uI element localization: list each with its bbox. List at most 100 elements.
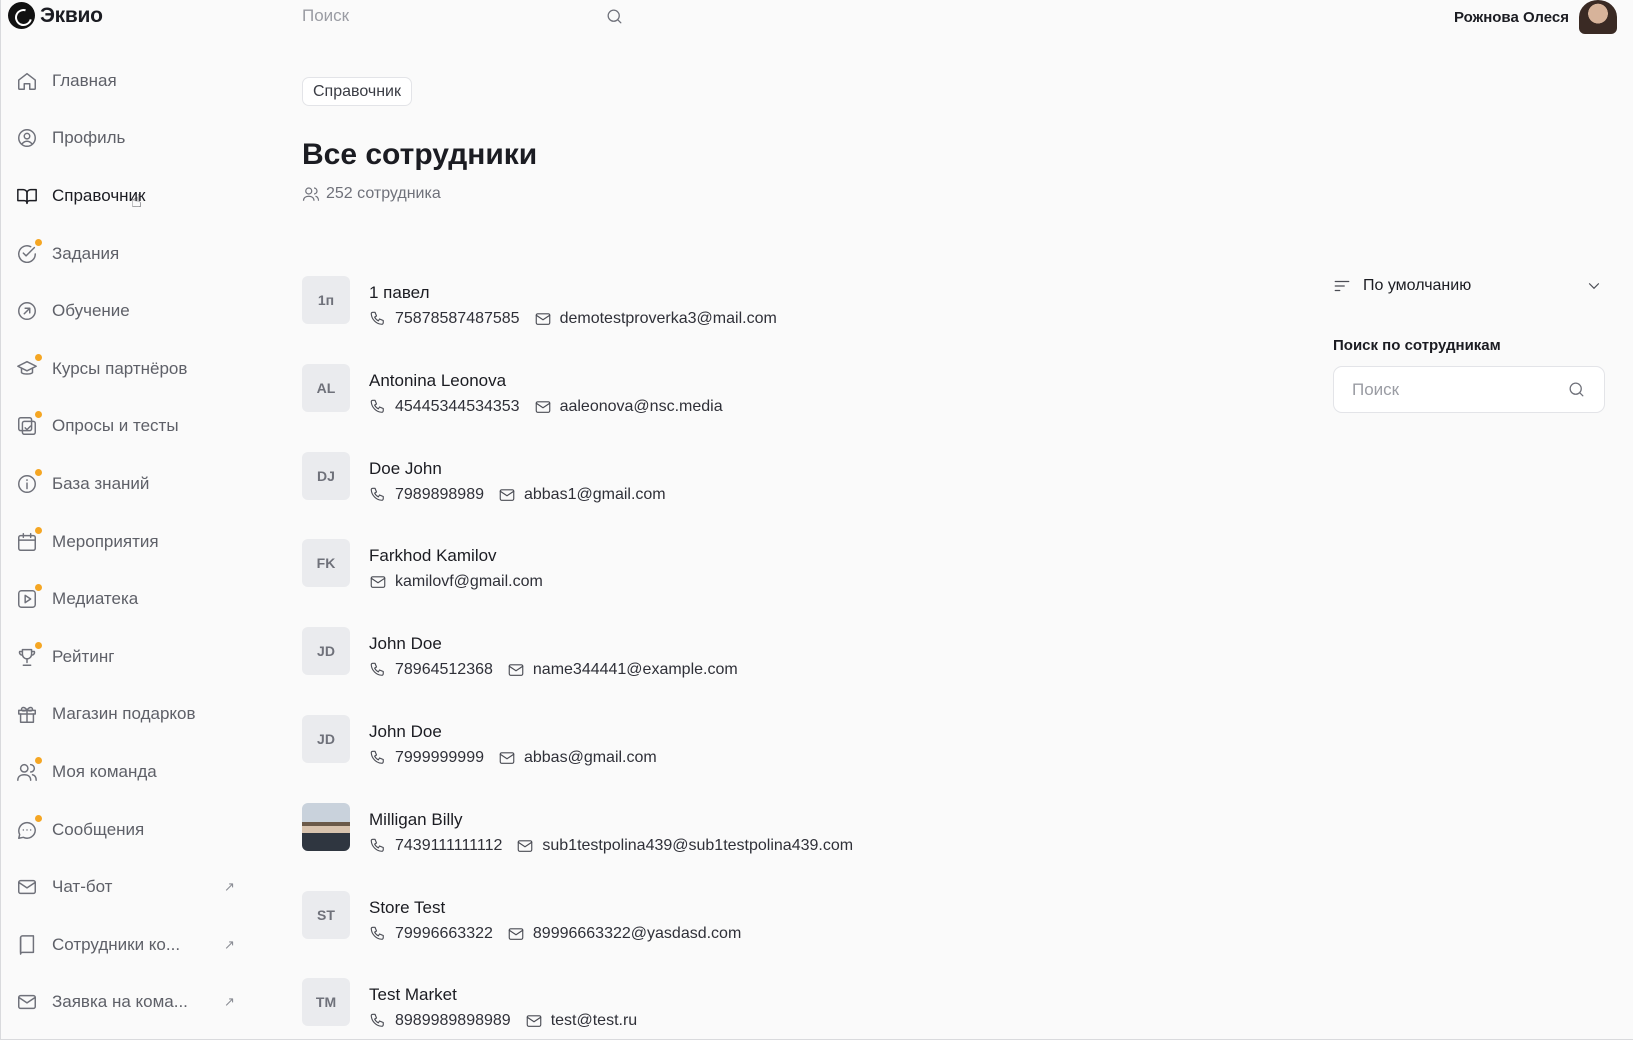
sidebar-item-book-open[interactable]: Справочник — [0, 167, 260, 225]
sidebar-item-survey[interactable]: Опросы и тесты — [0, 398, 260, 456]
sidebar-item-label: Обучение — [52, 301, 130, 321]
sidebar-item-learning[interactable]: Обучение — [0, 282, 260, 340]
sidebar-item-book[interactable]: Сотрудники ко... ↗ — [0, 916, 260, 974]
avatar[interactable]: JD — [302, 627, 350, 676]
employee-info: Farkhod Kamilov kamilovf@gmail.com — [369, 539, 543, 591]
sidebar-item-mail[interactable]: Чат-бот ↗ — [0, 858, 260, 916]
employee-search[interactable]: Поиск — [1333, 366, 1605, 413]
sidebar-item-mail[interactable]: Заявка на кома... ↗ — [0, 974, 260, 1032]
employee-name[interactable]: Store Test — [369, 897, 741, 919]
email[interactable]: 89996663322@yasdasd.com — [507, 925, 741, 943]
employee-row[interactable]: TM Test Market 8989989898989 test@test.ru — [302, 978, 1202, 1040]
sidebar-item-label: Курсы партнёров — [52, 358, 188, 378]
email[interactable]: sub1testpolina439@sub1testpolina439.com — [516, 837, 853, 855]
email-address: abbas1@gmail.com — [523, 485, 666, 503]
employee-contacts: 8989989898989 test@test.ru — [369, 1012, 637, 1030]
calendar-icon — [16, 526, 42, 553]
mail-icon — [370, 576, 386, 589]
mail-icon — [499, 752, 515, 764]
phone[interactable]: 75878587487585 — [369, 310, 520, 328]
employee-row[interactable]: DJ Doe John 7989898989 abbas1@gmail.com — [302, 451, 1202, 540]
employee-name[interactable]: Doe John — [369, 458, 666, 480]
phone[interactable]: 45445344534353 — [369, 398, 520, 416]
phone[interactable]: 7989898989 — [369, 486, 484, 504]
logo[interactable]: Эквио — [8, 2, 103, 29]
employee-row[interactable]: ST Store Test 79996663322 89996663322@yasda… — [302, 890, 1202, 979]
avatar[interactable]: DJ — [302, 451, 350, 500]
sidebar: Главная Профиль Справочник Задания Обучение К… — [0, 52, 260, 1031]
phone[interactable]: 7439111111112 — [369, 837, 502, 855]
top-search[interactable]: Поиск — [302, 3, 624, 29]
email[interactable]: abbas@gmail.com — [498, 749, 657, 767]
learning-icon — [16, 300, 38, 322]
sidebar-item-label: Сотрудники ко... — [52, 934, 181, 954]
employee-row[interactable]: 1п 1 павел 75878587487585 demotestproverka3… — [302, 276, 1202, 364]
phone[interactable]: 79996663322 — [369, 925, 493, 943]
email[interactable]: test@test.ru — [525, 1012, 637, 1030]
breadcrumb[interactable]: Справочник — [302, 77, 412, 106]
avatar[interactable]: FK — [302, 539, 350, 588]
user-avatar[interactable] — [1579, 0, 1617, 34]
employee-search-input[interactable]: Поиск — [1352, 380, 1567, 400]
sidebar-item-label: Профиль — [52, 128, 126, 148]
mail-icon — [16, 876, 38, 898]
avatar[interactable]: 1п — [302, 276, 350, 324]
email[interactable]: kamilovf@gmail.com — [369, 573, 543, 591]
email-address: aaleonova@nsc.media — [559, 397, 723, 415]
avatar[interactable]: ST — [302, 890, 350, 939]
sidebar-item-chat[interactable]: Сообщения — [0, 801, 260, 859]
avatar[interactable]: TM — [302, 978, 350, 1027]
search-icon[interactable] — [605, 7, 624, 26]
phone-icon — [370, 926, 384, 940]
sidebar-item-gift[interactable]: Магазин подарков — [0, 686, 260, 744]
employee-row[interactable]: JD John Doe 78964512368 name344441@example.… — [302, 627, 1202, 715]
employee-row[interactable]: JD John Doe 7999999999 abbas@gmail.com — [302, 714, 1202, 803]
search-icon[interactable] — [1567, 380, 1586, 399]
sidebar-item-play[interactable]: Медиатека — [0, 570, 260, 628]
employee-row[interactable]: Milligan Billy 7439111111112 sub1testpolin… — [302, 802, 1202, 891]
employee-row[interactable]: FK Farkhod Kamilov kamilovf@gmail.com — [302, 539, 1202, 627]
email[interactable]: demotestproverka3@mail.com — [534, 310, 777, 328]
employee-name[interactable]: Farkhod Kamilov — [369, 545, 543, 567]
employee-name[interactable]: Antonina Leonova — [369, 370, 723, 392]
phone[interactable]: 7999999999 — [369, 749, 484, 767]
top-search-input[interactable]: Поиск — [302, 6, 605, 26]
mail-icon — [508, 927, 524, 940]
employee-info: Doe John 7989898989 abbas1@gmail.com — [369, 452, 666, 504]
sidebar-item-label: Моя команда — [52, 761, 157, 781]
chevron-down-icon[interactable] — [1585, 277, 1603, 295]
avatar[interactable]: AL — [302, 363, 350, 412]
employee-name[interactable]: John Doe — [369, 721, 657, 743]
sidebar-item-user-circle[interactable]: Профиль — [0, 110, 260, 168]
sidebar-item-info[interactable]: База знаний — [0, 455, 260, 513]
sidebar-item-trophy[interactable]: Рейтинг — [0, 628, 260, 686]
sidebar-item-team[interactable]: Моя команда — [0, 743, 260, 801]
employee-name[interactable]: 1 павел — [369, 282, 777, 304]
employee-name[interactable]: Test Market — [369, 984, 637, 1006]
sidebar-item-check-circle[interactable]: Задания — [0, 225, 260, 283]
sidebar-item-home[interactable]: Главная — [0, 52, 260, 110]
employee-name[interactable]: John Doe — [369, 633, 738, 655]
employee-row[interactable]: AL Antonina Leonova 45445344534353 aaleonov… — [302, 363, 1202, 452]
external-link-icon: ↗ — [224, 936, 235, 952]
email[interactable]: name344441@example.com — [507, 661, 738, 679]
sidebar-item-calendar[interactable]: Мероприятия — [0, 513, 260, 571]
phone-number: 7439111111112 — [395, 836, 503, 854]
employee-contacts: 7999999999 abbas@gmail.com — [369, 749, 657, 767]
email[interactable]: aaleonova@nsc.media — [534, 398, 723, 416]
avatar[interactable]: JD — [302, 714, 350, 763]
avatar[interactable] — [302, 802, 350, 851]
phone-number: 7999999999 — [395, 748, 484, 766]
sidebar-item-graduation-cap[interactable]: Курсы партнёров — [0, 340, 260, 398]
employee-name[interactable]: Milligan Billy — [369, 809, 853, 831]
phone[interactable]: 78964512368 — [369, 661, 493, 679]
phone[interactable]: 8989989898989 — [369, 1012, 511, 1030]
notification-dot — [35, 468, 42, 476]
sidebar-item-label: База знаний — [52, 473, 150, 493]
chat-icon — [16, 814, 42, 841]
email[interactable]: abbas1@gmail.com — [498, 486, 666, 504]
sort-select[interactable]: По умолчанию — [1333, 275, 1603, 297]
employee-contacts: kamilovf@gmail.com — [369, 573, 543, 591]
trophy-icon — [16, 641, 42, 668]
user-menu[interactable]: Рожнова Олеся — [1454, 0, 1617, 34]
